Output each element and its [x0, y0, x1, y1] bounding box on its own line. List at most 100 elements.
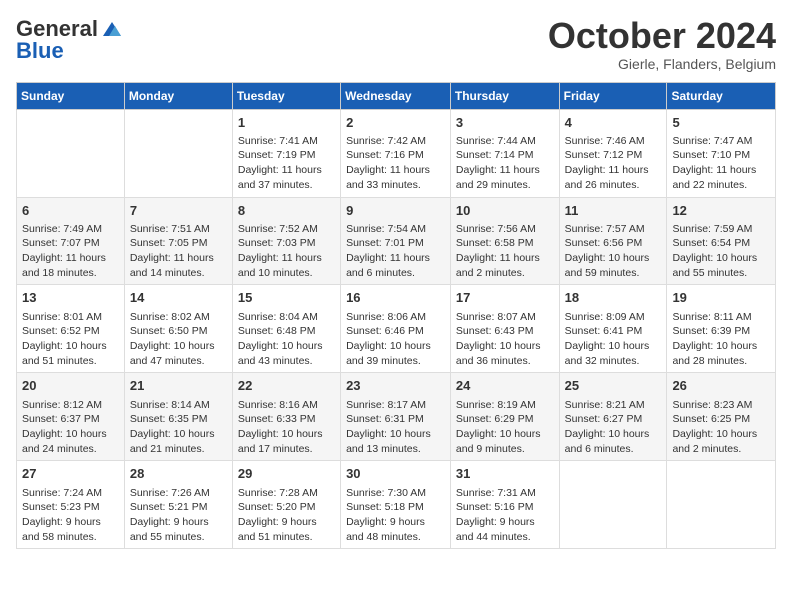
calendar-cell: 21 Sunrise: 8:14 AMSunset: 6:35 PMDayligh… — [124, 373, 232, 461]
day-info: Sunset: 6:37 PM — [22, 412, 119, 427]
day-info: Daylight: 10 hours and 13 minutes. — [346, 427, 445, 456]
day-info: Sunrise: 8:02 AM — [130, 310, 227, 325]
day-info: Sunrise: 7:24 AM — [22, 486, 119, 501]
calendar-cell: 7Sunrise: 7:51 AMSunset: 7:05 PMDaylight… — [124, 197, 232, 285]
day-number: 31 — [456, 465, 554, 483]
day-info: Sunset: 6:31 PM — [346, 412, 445, 427]
day-number: 12 — [672, 202, 770, 220]
day-info: Daylight: 10 hours and 32 minutes. — [565, 339, 662, 368]
calendar-header: Sunday Monday Tuesday Wednesday Thursday… — [17, 82, 776, 109]
day-info: Sunset: 5:21 PM — [130, 500, 227, 515]
day-info: Sunset: 7:19 PM — [238, 148, 335, 163]
calendar-cell: 30Sunrise: 7:30 AMSunset: 5:18 PMDayligh… — [341, 461, 451, 549]
day-info: Sunset: 7:05 PM — [130, 236, 227, 251]
day-number: 2 — [346, 114, 445, 132]
page-header: General Blue October 2024 Gierle, Flande… — [16, 16, 776, 72]
day-info: Daylight: 9 hours and 44 minutes. — [456, 515, 554, 544]
day-info: Sunset: 6:41 PM — [565, 324, 662, 339]
calendar-cell: 4Sunrise: 7:46 AMSunset: 7:12 PMDaylight… — [559, 109, 667, 197]
day-info: Daylight: 10 hours and 17 minutes. — [238, 427, 335, 456]
calendar-cell: 13Sunrise: 8:01 AMSunset: 6:52 PMDayligh… — [17, 285, 125, 373]
day-info: Sunset: 5:23 PM — [22, 500, 119, 515]
header-saturday: Saturday — [667, 82, 776, 109]
day-info: Sunrise: 8:21 AM — [565, 398, 662, 413]
calendar-cell: 8Sunrise: 7:52 AMSunset: 7:03 PMDaylight… — [232, 197, 340, 285]
calendar-cell: 23Sunrise: 8:17 AMSunset: 6:31 PMDayligh… — [341, 373, 451, 461]
calendar-week-2: 6Sunrise: 7:49 AMSunset: 7:07 PMDaylight… — [17, 197, 776, 285]
day-info: Sunrise: 8:09 AM — [565, 310, 662, 325]
day-info: Sunset: 5:18 PM — [346, 500, 445, 515]
day-info: Daylight: 10 hours and 2 minutes. — [672, 427, 770, 456]
day-number: 9 — [346, 202, 445, 220]
calendar-cell: 27Sunrise: 7:24 AMSunset: 5:23 PMDayligh… — [17, 461, 125, 549]
day-number: 21 — [130, 377, 227, 395]
day-info: Sunset: 7:07 PM — [22, 236, 119, 251]
calendar-cell: 3Sunrise: 7:44 AMSunset: 7:14 PMDaylight… — [450, 109, 559, 197]
day-info: Sunset: 7:16 PM — [346, 148, 445, 163]
day-info: Daylight: 11 hours and 33 minutes. — [346, 163, 445, 192]
header-monday: Monday — [124, 82, 232, 109]
day-number: 22 — [238, 377, 335, 395]
calendar-cell: 16Sunrise: 8:06 AMSunset: 6:46 PMDayligh… — [341, 285, 451, 373]
calendar-cell — [124, 109, 232, 197]
day-number: 23 — [346, 377, 445, 395]
day-info: Daylight: 11 hours and 18 minutes. — [22, 251, 119, 280]
day-info: Sunset: 6:35 PM — [130, 412, 227, 427]
day-info: Sunset: 6:29 PM — [456, 412, 554, 427]
day-info: Sunset: 6:54 PM — [672, 236, 770, 251]
day-info: Sunset: 5:16 PM — [456, 500, 554, 515]
calendar-cell — [17, 109, 125, 197]
day-info: Sunrise: 7:31 AM — [456, 486, 554, 501]
day-info: Sunrise: 8:23 AM — [672, 398, 770, 413]
calendar-week-4: 20Sunrise: 8:12 AMSunset: 6:37 PMDayligh… — [17, 373, 776, 461]
day-number: 10 — [456, 202, 554, 220]
calendar-cell: 31 Sunrise: 7:31 AMSunset: 5:16 PMDayligh… — [450, 461, 559, 549]
day-number: 26 — [672, 377, 770, 395]
day-number: 11 — [565, 202, 662, 220]
day-info: Sunrise: 8:01 AM — [22, 310, 119, 325]
calendar-cell: 14Sunrise: 8:02 AMSunset: 6:50 PMDayligh… — [124, 285, 232, 373]
calendar-cell: 12Sunrise: 7:59 AMSunset: 6:54 PMDayligh… — [667, 197, 776, 285]
day-info: Sunrise: 7:49 AM — [22, 222, 119, 237]
logo-blue-text: Blue — [16, 38, 64, 64]
header-friday: Friday — [559, 82, 667, 109]
logo-icon — [101, 20, 123, 38]
day-info: Daylight: 10 hours and 28 minutes. — [672, 339, 770, 368]
calendar-cell: 15Sunrise: 8:04 AMSunset: 6:48 PMDayligh… — [232, 285, 340, 373]
calendar-cell: 24 Sunrise: 8:19 AMSunset: 6:29 PMDayligh… — [450, 373, 559, 461]
day-info: Daylight: 11 hours and 22 minutes. — [672, 163, 770, 192]
day-info: Daylight: 10 hours and 21 minutes. — [130, 427, 227, 456]
calendar-table: Sunday Monday Tuesday Wednesday Thursday… — [16, 82, 776, 550]
day-info: Daylight: 10 hours and 9 minutes. — [456, 427, 554, 456]
day-info: Daylight: 9 hours and 51 minutes. — [238, 515, 335, 544]
calendar-cell: 17Sunrise: 8:07 AMSunset: 6:43 PMDayligh… — [450, 285, 559, 373]
day-number: 24 — [456, 377, 554, 395]
day-number: 6 — [22, 202, 119, 220]
day-info: Daylight: 10 hours and 55 minutes. — [672, 251, 770, 280]
day-info: Sunrise: 8:19 AM — [456, 398, 554, 413]
day-info: Sunset: 6:50 PM — [130, 324, 227, 339]
day-info: Sunset: 7:10 PM — [672, 148, 770, 163]
day-info: Sunrise: 7:44 AM — [456, 134, 554, 149]
day-info: Sunrise: 7:30 AM — [346, 486, 445, 501]
day-number: 19 — [672, 289, 770, 307]
day-info: Sunrise: 8:14 AM — [130, 398, 227, 413]
day-info: Sunset: 6:48 PM — [238, 324, 335, 339]
day-info: Sunset: 7:14 PM — [456, 148, 554, 163]
calendar-cell: 18Sunrise: 8:09 AMSunset: 6:41 PMDayligh… — [559, 285, 667, 373]
calendar-cell: 10Sunrise: 7:56 AMSunset: 6:58 PMDayligh… — [450, 197, 559, 285]
calendar-week-3: 13Sunrise: 8:01 AMSunset: 6:52 PMDayligh… — [17, 285, 776, 373]
day-number: 4 — [565, 114, 662, 132]
day-info: Daylight: 11 hours and 6 minutes. — [346, 251, 445, 280]
day-info: Daylight: 11 hours and 26 minutes. — [565, 163, 662, 192]
header-sunday: Sunday — [17, 82, 125, 109]
calendar-body: 1Sunrise: 7:41 AMSunset: 7:19 PMDaylight… — [17, 109, 776, 549]
calendar-cell: 28Sunrise: 7:26 AMSunset: 5:21 PMDayligh… — [124, 461, 232, 549]
day-info: Sunset: 6:33 PM — [238, 412, 335, 427]
calendar-cell — [667, 461, 776, 549]
day-info: Daylight: 11 hours and 37 minutes. — [238, 163, 335, 192]
day-info: Sunrise: 7:47 AM — [672, 134, 770, 149]
month-title: October 2024 — [548, 16, 776, 56]
header-row: Sunday Monday Tuesday Wednesday Thursday… — [17, 82, 776, 109]
day-info: Daylight: 10 hours and 36 minutes. — [456, 339, 554, 368]
